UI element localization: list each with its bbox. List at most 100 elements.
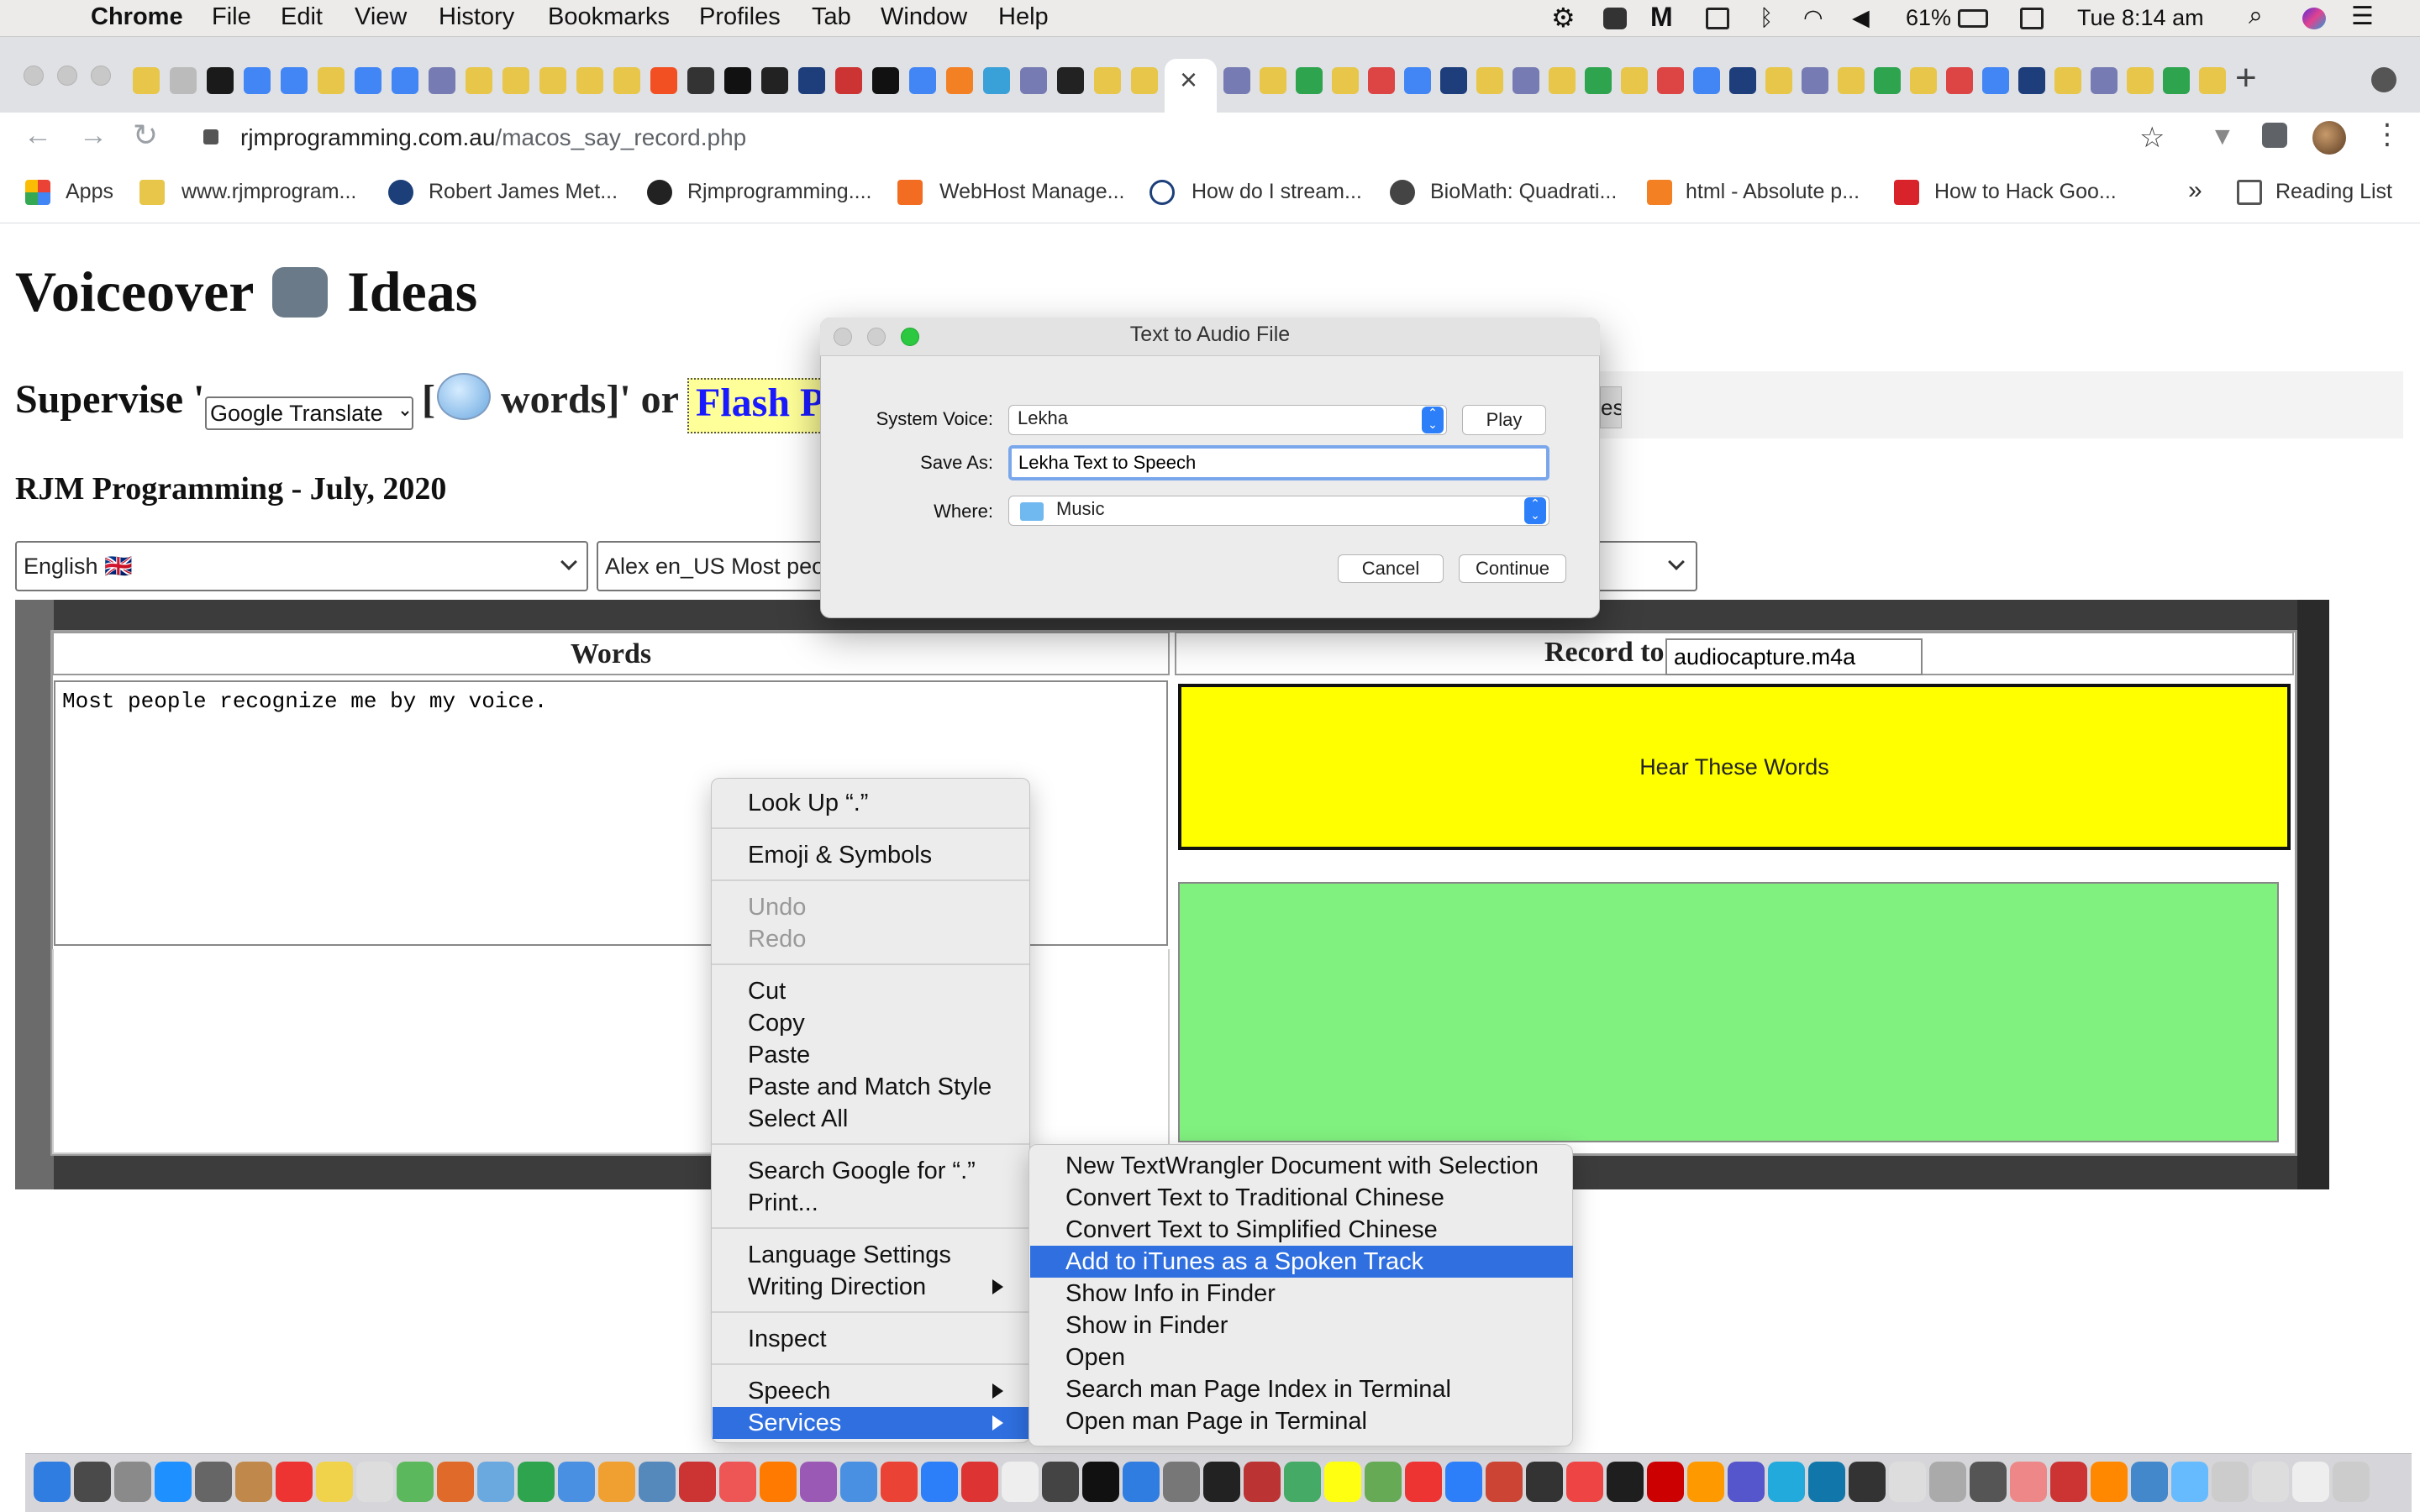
dock-app-icon[interactable] — [1365, 1462, 1402, 1502]
tab-favicon[interactable] — [983, 67, 1010, 94]
tab-favicon[interactable] — [613, 67, 640, 94]
continue-button[interactable]: Continue — [1459, 554, 1566, 583]
tab-favicon[interactable] — [2054, 67, 2081, 94]
dock-app-icon[interactable] — [1728, 1462, 1765, 1502]
menu-paste[interactable]: Paste — [713, 1039, 810, 1071]
dock-app-icon[interactable] — [1163, 1462, 1200, 1502]
menu-emoji-symbols[interactable]: Emoji & Symbols — [713, 839, 932, 871]
dock-app-icon[interactable] — [921, 1462, 958, 1502]
tab-favicon[interactable] — [1982, 67, 2009, 94]
menu-view[interactable]: View — [355, 3, 407, 31]
tab-favicon[interactable] — [761, 67, 788, 94]
dock-app-icon[interactable] — [1042, 1462, 1079, 1502]
dock-app-icon[interactable] — [1929, 1462, 1966, 1502]
tab-favicon[interactable] — [1549, 67, 1576, 94]
service-new-textwrangler[interactable]: New TextWrangler Document with Selection — [1030, 1150, 1573, 1182]
tab-favicon[interactable] — [355, 67, 381, 94]
covered-button[interactable]: es — [1600, 386, 1622, 428]
tab-favicon[interactable] — [1946, 67, 1973, 94]
bookmark-robert-james[interactable]: Robert James Met... — [429, 180, 618, 204]
tab-favicon[interactable] — [1765, 67, 1792, 94]
dock-app-icon[interactable] — [1203, 1462, 1240, 1502]
dock-app-icon[interactable] — [1002, 1462, 1039, 1502]
bookmark-star-icon[interactable]: ☆ — [2139, 121, 2165, 155]
calendar-icon[interactable] — [2020, 8, 2044, 29]
menu-file[interactable]: File — [212, 3, 251, 31]
dock-app-icon[interactable] — [719, 1462, 756, 1502]
dock-app-icon[interactable] — [1405, 1462, 1442, 1502]
tab-favicon[interactable] — [1094, 67, 1121, 94]
tab-favicon[interactable] — [687, 67, 714, 94]
dock-app-icon[interactable] — [1486, 1462, 1523, 1502]
tab-favicon[interactable] — [576, 67, 603, 94]
forward-icon[interactable]: → — [79, 119, 108, 152]
bookmarks-overflow[interactable]: » — [2188, 176, 2202, 205]
tab-favicon[interactable] — [1223, 67, 1250, 94]
menu-cut[interactable]: Cut — [713, 975, 786, 1007]
gear-icon[interactable]: ⚙ — [1551, 2, 1576, 34]
new-tab-icon[interactable]: + — [2235, 57, 2257, 99]
bookmark-rjmprogramming[interactable]: Rjmprogramming.... — [687, 180, 872, 204]
menu-paste-match-style[interactable]: Paste and Match Style — [713, 1071, 992, 1103]
reading-list[interactable]: Reading List — [2275, 180, 2392, 204]
extensions-puzzle-icon[interactable] — [2262, 123, 2287, 148]
bookmark-webhost[interactable]: WebHost Manage... — [939, 180, 1124, 204]
dock-app-icon[interactable] — [235, 1462, 272, 1502]
system-voice-popup[interactable]: Lekha — [1008, 405, 1447, 435]
bluetooth-icon[interactable]: ᛒ — [1760, 5, 1773, 31]
language-select[interactable]: English 🇬🇧 — [15, 541, 588, 591]
recording-output-area[interactable] — [1178, 882, 2279, 1142]
menu-speech[interactable]: Speech — [713, 1375, 830, 1407]
menu-window[interactable]: Window — [881, 3, 967, 31]
tab-favicon[interactable] — [1260, 67, 1286, 94]
menu-look-up[interactable]: Look Up “.” — [713, 787, 868, 819]
bookmark-how-do-i-stream[interactable]: How do I stream... — [1192, 180, 1362, 204]
dock-app-icon[interactable] — [34, 1462, 71, 1502]
lock-icon[interactable] — [203, 129, 218, 144]
dock-app-icon[interactable] — [195, 1462, 232, 1502]
tab-favicon[interactable] — [133, 67, 160, 94]
reload-icon[interactable]: ↻ — [133, 118, 158, 153]
extension-v-icon[interactable]: ▼ — [2210, 123, 2235, 151]
bookmark-html-absolute[interactable]: html - Absolute p... — [1686, 180, 1860, 204]
menu-edit[interactable]: Edit — [281, 3, 323, 31]
bookmark-apps[interactable]: Apps — [66, 180, 113, 204]
dock-app-icon[interactable] — [598, 1462, 635, 1502]
dock-app-icon[interactable] — [1082, 1462, 1119, 1502]
dock-app-icon[interactable] — [1123, 1462, 1160, 1502]
dock-app-icon[interactable] — [155, 1462, 192, 1502]
tab-favicon[interactable] — [2163, 67, 2190, 94]
bookmark-rjmprogram[interactable]: www.rjmprogram... — [182, 180, 356, 204]
dock-app-icon[interactable] — [316, 1462, 353, 1502]
volume-icon[interactable]: ◀ — [1852, 5, 1870, 31]
tab-favicon[interactable] — [466, 67, 492, 94]
tab-favicon[interactable] — [539, 67, 566, 94]
dock-app-icon[interactable] — [1647, 1462, 1684, 1502]
bookmark-biomath[interactable]: BioMath: Quadrati... — [1430, 180, 1617, 204]
airplay-icon[interactable] — [1706, 8, 1729, 29]
dock-app-icon[interactable] — [639, 1462, 676, 1502]
menu-bookmarks[interactable]: Bookmarks — [548, 3, 670, 31]
battery-icon[interactable] — [1958, 9, 1988, 28]
tab-favicon[interactable] — [1910, 67, 1937, 94]
dock-app-icon[interactable] — [397, 1462, 434, 1502]
dock-app-icon[interactable] — [2171, 1462, 2208, 1502]
tab-favicon[interactable] — [318, 67, 345, 94]
dock-app-icon[interactable] — [840, 1462, 877, 1502]
dock-app-icon[interactable] — [477, 1462, 514, 1502]
tab-favicon[interactable] — [2091, 67, 2118, 94]
wifi-icon[interactable]: ◠ — [1803, 5, 1823, 31]
tab-favicon[interactable] — [392, 67, 418, 94]
malwarebytes-icon[interactable]: M — [1650, 2, 1673, 33]
dock-app-icon[interactable] — [2091, 1462, 2128, 1502]
service-add-to-itunes[interactable]: Add to iTunes as a Spoken Track — [1030, 1246, 1573, 1278]
menu-search-google[interactable]: Search Google for “.” — [713, 1155, 976, 1187]
tab-favicon[interactable] — [1020, 67, 1047, 94]
menu-writing-direction[interactable]: Writing Direction — [713, 1271, 926, 1303]
dock-app-icon[interactable] — [518, 1462, 555, 1502]
chrome-menu-icon[interactable]: ⋮ — [2373, 118, 2402, 151]
tab-favicon[interactable] — [650, 67, 677, 94]
menu-help[interactable]: Help — [998, 3, 1049, 31]
dock-app-icon[interactable] — [760, 1462, 797, 1502]
dock-app-icon[interactable] — [1889, 1462, 1926, 1502]
